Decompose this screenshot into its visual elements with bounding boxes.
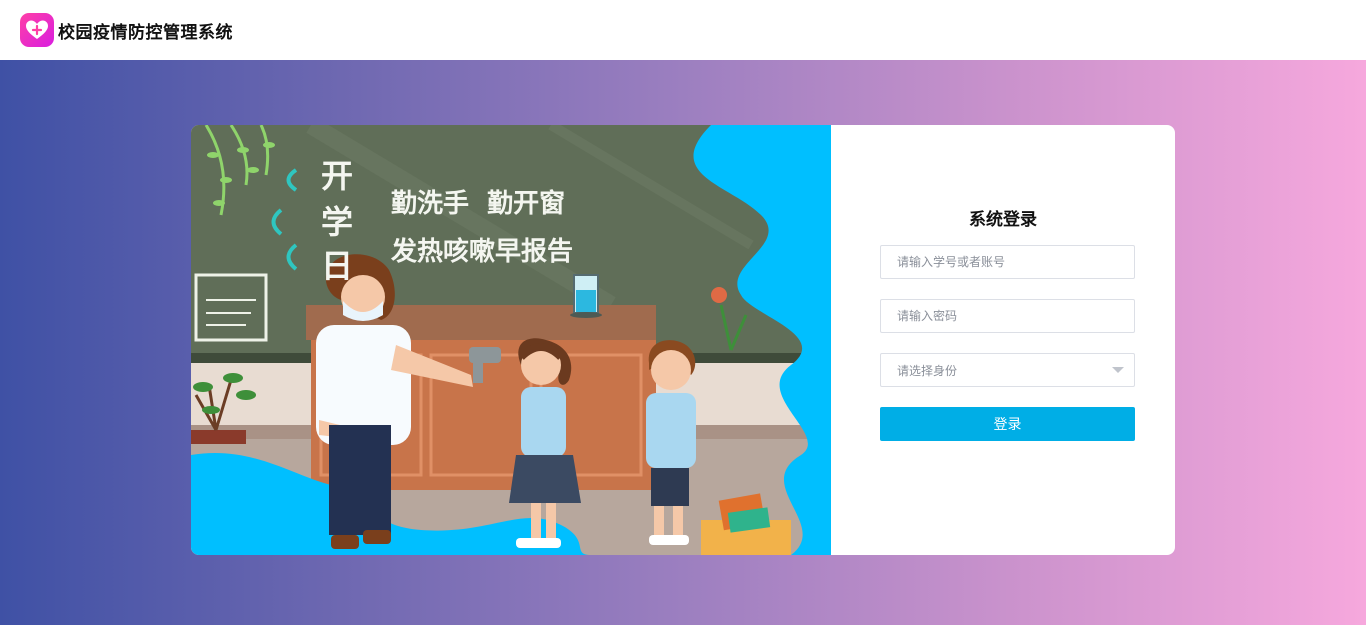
heart-plus-icon — [20, 13, 54, 47]
password-input[interactable] — [897, 300, 1134, 332]
main-background: 开 学 日 勤洗手 勤开窗 发热咳嗽早报告 系统登录 请选择身份 登录 — [0, 60, 1366, 625]
app-title: 校园疫情防控管理系统 — [58, 22, 233, 43]
role-select[interactable]: 请选择身份 — [880, 353, 1135, 387]
login-title: 系统登录 — [969, 210, 1037, 230]
login-panel: 系统登录 请选择身份 登录 — [831, 125, 1175, 555]
chalk-char-1: 开 — [321, 157, 353, 195]
top-header: 校园疫情防控管理系统 — [0, 0, 1366, 60]
chalk-char-3: 日 — [321, 247, 353, 285]
login-card: 开 学 日 勤洗手 勤开窗 发热咳嗽早报告 系统登录 请选择身份 登录 — [191, 125, 1175, 555]
chalk-line-1: 勤洗手 勤开窗 — [391, 188, 565, 219]
account-field[interactable] — [880, 245, 1135, 279]
account-input[interactable] — [897, 246, 1134, 278]
campus-illustration: 开 学 日 勤洗手 勤开窗 发热咳嗽早报告 — [191, 125, 831, 555]
chalk-line-2: 发热咳嗽早报告 — [390, 236, 573, 267]
login-button[interactable]: 登录 — [880, 407, 1135, 441]
chevron-down-icon — [1112, 367, 1124, 373]
chalk-char-2: 学 — [321, 203, 353, 241]
password-field[interactable] — [880, 299, 1135, 333]
role-select-placeholder: 请选择身份 — [897, 363, 958, 378]
